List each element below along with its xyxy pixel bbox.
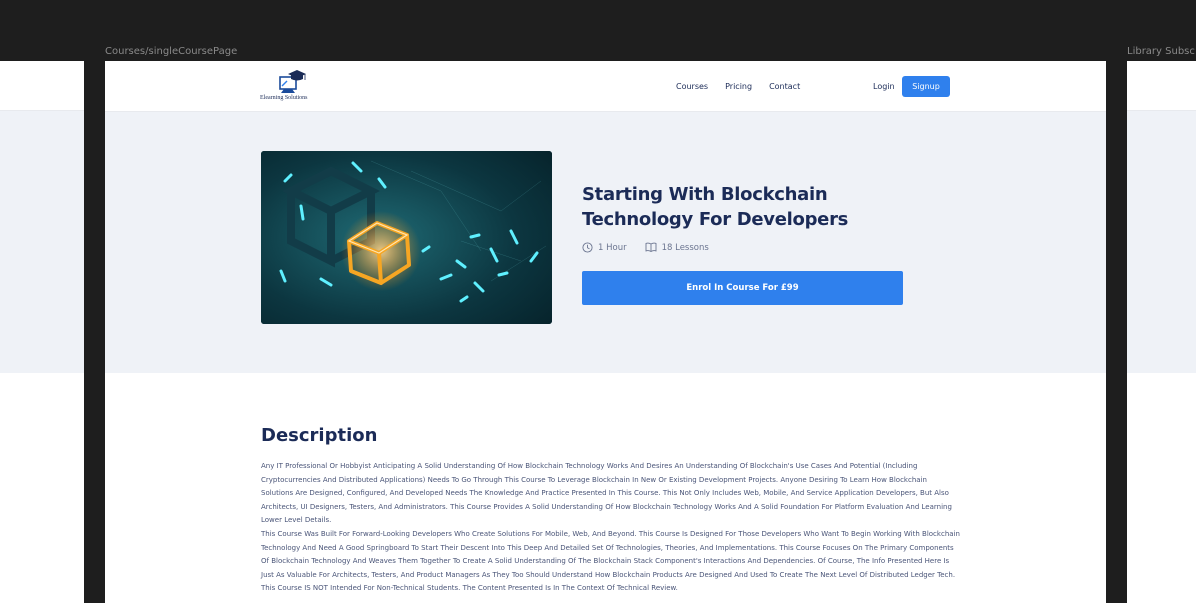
logo[interactable]: Elearning Solutions bbox=[260, 69, 320, 105]
side-frame-nav bbox=[0, 61, 84, 111]
side-frame-left bbox=[0, 61, 84, 603]
nav-link-courses[interactable]: Courses bbox=[676, 82, 708, 91]
nav-link-pricing[interactable]: Pricing bbox=[725, 82, 752, 91]
duration-text: 1 Hour bbox=[598, 242, 627, 253]
login-link[interactable]: Login bbox=[873, 82, 895, 91]
signup-button[interactable]: Signup bbox=[902, 76, 950, 97]
description-heading: Description bbox=[261, 425, 378, 446]
lessons-text: 18 Lessons bbox=[661, 242, 709, 253]
enrol-button[interactable]: Enrol In Course For £99 bbox=[582, 271, 903, 305]
nav-link-contact[interactable]: Contact bbox=[769, 82, 800, 91]
clock-icon bbox=[582, 242, 593, 253]
course-meta: 1 Hour 18 Lessons bbox=[582, 242, 709, 253]
logo-icon bbox=[279, 70, 306, 93]
side-frame-hero bbox=[1127, 111, 1196, 373]
course-hero: Starting With Blockchain Technology For … bbox=[105, 112, 1106, 373]
book-icon bbox=[645, 242, 657, 253]
side-frame-nav bbox=[1127, 61, 1196, 111]
description-section: Description Any IT Professional Or Hobby… bbox=[261, 425, 961, 596]
side-frame-right bbox=[1127, 61, 1196, 603]
frame-label-left[interactable]: Courses/singleCoursePage bbox=[105, 46, 237, 57]
duration-meta: 1 Hour bbox=[582, 242, 627, 253]
navbar: Elearning Solutions Courses Pricing Cont… bbox=[105, 61, 1106, 112]
course-title: Starting With Blockchain Technology For … bbox=[582, 184, 849, 230]
description-paragraph: This Course IS NOT Intended For Non-Tech… bbox=[261, 584, 678, 593]
nav-links: Courses Pricing Contact bbox=[676, 82, 800, 91]
logo-text: Elearning Solutions bbox=[260, 95, 308, 101]
blockchain-illustration bbox=[261, 151, 552, 324]
course-image bbox=[261, 151, 552, 324]
description-paragraph: This Course Was Built For Forward-Lookin… bbox=[261, 529, 960, 579]
lessons-meta: 18 Lessons bbox=[645, 242, 709, 253]
side-frame-hero bbox=[0, 111, 84, 373]
description-paragraph: Any IT Professional Or Hobbyist Anticipa… bbox=[261, 462, 952, 525]
frame-label-right[interactable]: Library Subsc bbox=[1127, 46, 1195, 57]
